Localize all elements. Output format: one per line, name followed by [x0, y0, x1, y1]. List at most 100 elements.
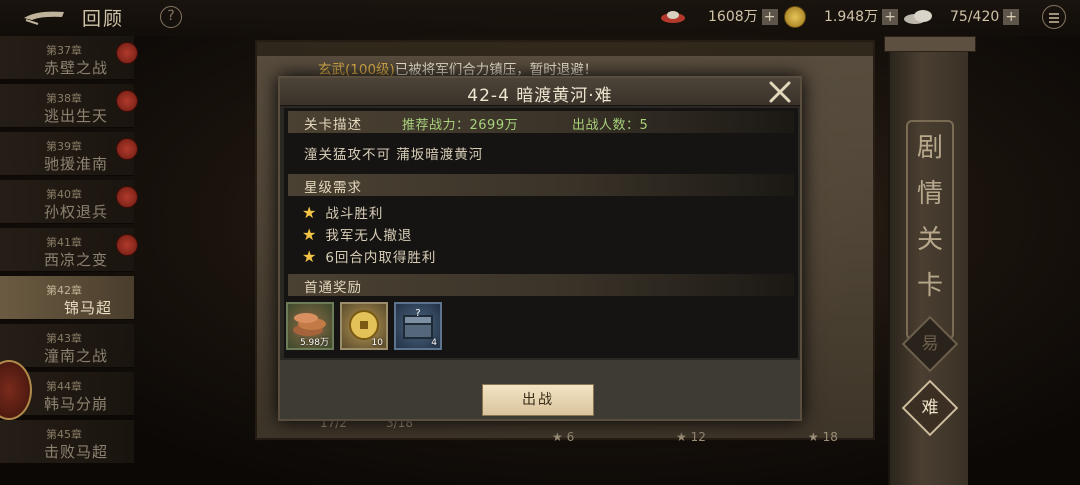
first-clear-label: 首通奖励	[304, 280, 362, 296]
menu-icon-line	[1049, 13, 1059, 15]
add-ingot-button[interactable]: +	[761, 9, 778, 25]
red-seal-icon	[116, 234, 138, 256]
menu-icon-line	[1049, 17, 1059, 19]
stage-desc-bar: 关卡描述 推荐战力：2699万 出战人数：5	[288, 111, 794, 133]
chapter-name: 逃出生天	[44, 107, 109, 125]
chapter-item-active[interactable]: 第42章 锦马超	[0, 276, 134, 320]
menu-icon-line	[1049, 21, 1059, 23]
coin-icon	[784, 6, 806, 28]
stamina-icon	[904, 10, 932, 24]
resource-value: 1.948万	[824, 9, 879, 25]
requirement-text: 战斗胜利	[325, 206, 384, 222]
announcement-text: 玄武(100级)已被将军们合力镇压，暂时退避！	[318, 58, 597, 78]
chapter-number: 第39章	[46, 140, 82, 153]
difficulty-label: 易	[921, 334, 939, 354]
milestone-value: 12	[690, 430, 706, 444]
milestone-6[interactable]: ★ 6	[552, 430, 574, 444]
title-char: 卡	[916, 271, 943, 301]
chapter-number: 第42章	[46, 284, 82, 297]
dialog-title: 42-4 暗渡黄河·难	[467, 86, 613, 106]
back-button[interactable]	[22, 8, 66, 26]
reward-count: 4	[431, 338, 437, 348]
ingot-icon	[661, 11, 685, 23]
chapter-name: 击败马超	[44, 443, 109, 461]
close-button[interactable]	[768, 80, 792, 104]
chapter-item[interactable]: 第37章 赤壁之战	[0, 36, 138, 80]
chapter-name: 孙权退兵	[44, 203, 109, 221]
red-seal-icon	[116, 138, 138, 160]
story-stage-title: 剧 情 关 卡	[906, 120, 954, 340]
chapter-name: 潼南之战	[44, 347, 109, 365]
star-req-label: 星级需求	[304, 180, 362, 196]
help-button[interactable]: ?	[160, 6, 182, 28]
dialog-body: 关卡描述 推荐战力：2699万 出战人数：5 潼关猛攻不可 蒲坂暗渡黄河 星级需…	[284, 108, 798, 358]
chapter-number: 第43章	[46, 332, 82, 345]
chapter-name: 驰援淮南	[44, 155, 109, 173]
chapter-list[interactable]: 第37章 赤壁之战 第38章 逃出生天 第39章 驰援淮南 第40章 孙权退兵 …	[0, 36, 140, 485]
chapter-number: 第45章	[46, 428, 82, 441]
difficulty-label: 难	[921, 398, 939, 418]
chapter-item[interactable]: 第41章 西凉之变	[0, 228, 138, 272]
milestone-value: 18	[822, 430, 838, 444]
close-icon	[769, 81, 791, 103]
resource-ingot: 1608万 +	[708, 6, 778, 28]
requirement-text: 6回合内取得胜利	[325, 250, 437, 266]
star-requirement: ★ 6回合内取得胜利	[302, 246, 436, 266]
star-icon: ★	[302, 247, 318, 266]
chapter-name: 锦马超	[64, 299, 113, 317]
resource-value: 1608万	[708, 9, 758, 25]
reward-count: 10	[371, 338, 383, 348]
reward-copper-coins[interactable]: 5.98万	[286, 302, 334, 350]
add-coin-button[interactable]: +	[882, 9, 899, 25]
reward-gold-coin[interactable]: 10	[340, 302, 388, 350]
reward-count: 5.98万	[299, 338, 329, 348]
deploy-button[interactable]: 出战	[482, 384, 594, 416]
milestone-value: 6	[566, 430, 575, 444]
chapter-item[interactable]: 第43章 潼南之战	[0, 324, 134, 368]
chapter-item[interactable]: 第45章 击败马超	[0, 420, 134, 464]
svg-text:?: ?	[415, 308, 420, 319]
stage-description: 潼关猛攻不可 蒲坂暗渡黄河	[304, 147, 484, 163]
title-char: 剧	[916, 133, 943, 163]
stage-desc-label: 关卡描述	[304, 117, 362, 133]
milestone-12[interactable]: ★ 12	[676, 430, 706, 444]
red-seal-icon	[116, 186, 138, 208]
chapter-item[interactable]: 第38章 逃出生天	[0, 84, 138, 128]
deploy-count: 出战人数：5	[572, 118, 649, 133]
chapter-number: 第41章	[46, 236, 82, 249]
add-stamina-button[interactable]: +	[1003, 9, 1020, 25]
chapter-item[interactable]: 第40章 孙权退兵	[0, 180, 138, 224]
chapter-number: 第38章	[46, 92, 82, 105]
star-requirement: ★ 我军无人撤退	[302, 224, 412, 244]
reward-mystery-chest[interactable]: ? 4	[394, 302, 442, 350]
back-arrow-icon	[24, 11, 64, 25]
star-requirement: ★ 战斗胜利	[302, 202, 383, 222]
dialog-footer: 出战	[280, 360, 800, 419]
resource-value: 75/420	[950, 9, 1000, 25]
page-title: 回顾	[82, 8, 125, 30]
resource-stamina: 75/420 +	[950, 6, 1020, 28]
title-char: 关	[916, 225, 943, 255]
star-req-bar: 星级需求	[288, 174, 794, 196]
milestone-18[interactable]: ★ 18	[808, 430, 838, 444]
red-seal-icon	[116, 90, 138, 112]
chapter-item[interactable]: 第39章 驰援淮南	[0, 132, 138, 176]
scroll-cap	[884, 36, 976, 52]
top-bar: 回顾 ? 1608万 + 1.948万 + 75/420 +	[0, 0, 1080, 36]
first-clear-bar: 首通奖励	[288, 274, 794, 296]
chapter-name: 赤壁之战	[44, 59, 109, 77]
difficulty-hard-button[interactable]: 难	[901, 379, 959, 437]
star-icon: ★	[302, 225, 318, 244]
red-seal-icon	[116, 42, 138, 64]
resource-coin: 1.948万 +	[824, 6, 899, 28]
chapter-name: 西凉之变	[44, 251, 109, 269]
stage-dialog: 42-4 暗渡黄河·难 关卡描述 推荐战力：2699万 出战人数：5 潼关猛攻不…	[278, 76, 802, 421]
right-scroll-panel: 剧 情 关 卡 易 难	[884, 36, 976, 485]
chapter-number: 第37章	[46, 44, 82, 57]
title-char: 情	[916, 179, 943, 209]
chapter-number: 第40章	[46, 188, 82, 201]
requirement-text: 我军无人撤退	[325, 228, 413, 244]
recommended-power: 推荐战力：2699万	[402, 118, 519, 133]
dialog-header: 42-4 暗渡黄河·难	[280, 78, 800, 106]
menu-button[interactable]	[1042, 5, 1066, 29]
